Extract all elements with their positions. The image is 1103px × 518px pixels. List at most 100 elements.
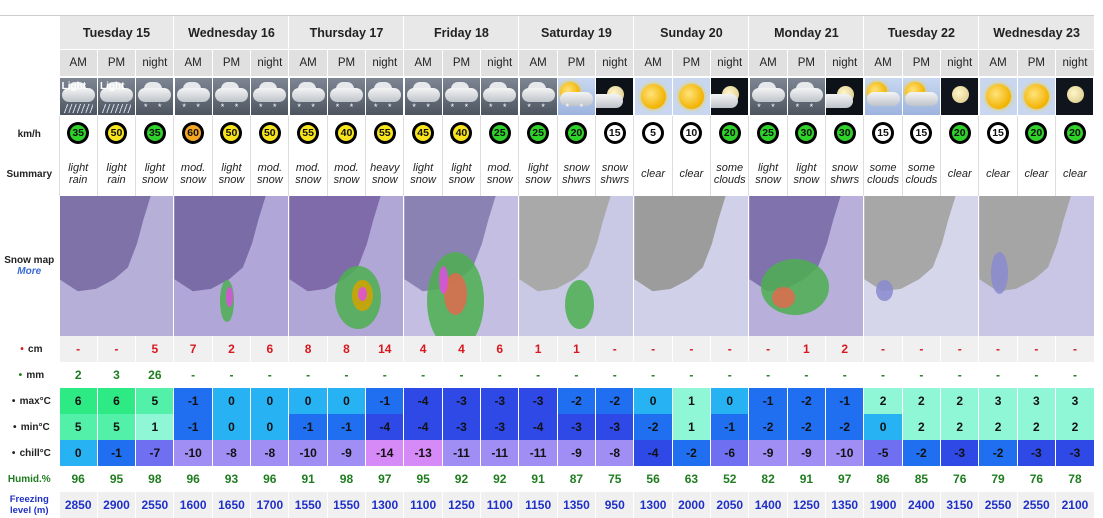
- weather-cell: [901, 76, 941, 116]
- min-c-cell: 1: [135, 414, 174, 440]
- freezing-cell: 1700: [250, 492, 289, 518]
- snow-cm-cell: -: [1016, 336, 1056, 362]
- summary-cell: clear: [671, 152, 711, 196]
- weather-cell: [1016, 76, 1056, 116]
- snow-map[interactable]: [748, 196, 864, 336]
- min-c-cell: -4: [365, 414, 404, 440]
- chill-c-cell: -4: [633, 440, 673, 466]
- more-link[interactable]: More: [17, 266, 41, 277]
- thermometer-icon: •: [12, 421, 17, 433]
- freezing-cell: 1300: [633, 492, 673, 518]
- chill-c-cell: -14: [365, 440, 404, 466]
- summary-cell: light snow: [518, 152, 558, 196]
- humid-cell: 96: [58, 466, 98, 492]
- min-c-cell: -2: [825, 414, 864, 440]
- chill-c-cell: -10: [825, 440, 864, 466]
- weather-cell: [978, 76, 1018, 116]
- humid-cell: 96: [173, 466, 213, 492]
- min-c-cell: -3: [480, 414, 519, 440]
- snow-map[interactable]: [863, 196, 979, 336]
- part-weather-icon: [864, 77, 902, 115]
- cloudy-weather-icon: * *: [366, 77, 404, 115]
- summary-cell: light snow: [441, 152, 481, 196]
- weather-cell: * *: [250, 76, 289, 116]
- weather-cell: [863, 76, 903, 116]
- chill-c-cell: -6: [710, 440, 749, 466]
- wind-cell: 30: [786, 116, 826, 152]
- period-header: PM: [671, 49, 711, 76]
- period-header: night: [940, 49, 979, 76]
- min-c-cell: 0: [211, 414, 251, 440]
- freezing-cell: 1150: [518, 492, 558, 518]
- rain-mm-cell: -: [480, 362, 519, 388]
- summary-cell: light snow: [403, 152, 443, 196]
- max-c-cell: -3: [480, 388, 519, 414]
- max-c-cell: 0: [633, 388, 673, 414]
- freezing-cell: 1350: [825, 492, 864, 518]
- cloudy-weather-icon: * *: [481, 77, 519, 115]
- cloudy-weather-icon: * *: [519, 77, 557, 115]
- wind-direction-icon: 20: [948, 121, 971, 144]
- chill-c-cell: -3: [940, 440, 979, 466]
- day-header: Wednesday 16: [173, 15, 289, 50]
- snow-cm-cell: -: [748, 336, 788, 362]
- max-c-cell: 0: [211, 388, 251, 414]
- snow-map[interactable]: [633, 196, 749, 336]
- chill-c-cell: -3: [1055, 440, 1094, 466]
- min-c-cell: -1: [326, 414, 366, 440]
- rain-mm-cell: -: [710, 362, 749, 388]
- max-c-cell: 2: [863, 388, 903, 414]
- day-header: Sunday 20: [633, 15, 749, 50]
- period-header: AM: [633, 49, 673, 76]
- freezing-cell: 2050: [710, 492, 749, 518]
- period-header: PM: [786, 49, 826, 76]
- chill-c-cell: -13: [403, 440, 443, 466]
- min-c-cell: -1: [710, 414, 749, 440]
- period-header: night: [825, 49, 864, 76]
- pnight-weather-icon: [826, 77, 864, 115]
- summary-cell: some clouds: [710, 152, 749, 196]
- weather-cell: Light: [58, 76, 98, 116]
- snow-cm-cell: 14: [365, 336, 404, 362]
- period-header: night: [365, 49, 404, 76]
- max-c-cell: 3: [1016, 388, 1056, 414]
- min-c-cell: -1: [288, 414, 328, 440]
- rain-mm-cell: 26: [135, 362, 174, 388]
- snow-map[interactable]: [518, 196, 634, 336]
- rain-drops-icon: •: [18, 369, 23, 381]
- wind-cell: 15: [978, 116, 1018, 152]
- snow-cm-cell: 7: [173, 336, 213, 362]
- wind-cell: 50: [250, 116, 289, 152]
- chill-c-cell: -3: [1016, 440, 1056, 466]
- snow-map[interactable]: [288, 196, 404, 336]
- weather-cell: [825, 76, 864, 116]
- wind-direction-icon: 50: [105, 121, 128, 144]
- summary-cell: clear: [1016, 152, 1056, 196]
- wind-cell: 30: [825, 116, 864, 152]
- rain-mm-cell: -: [211, 362, 251, 388]
- snow-map[interactable]: [173, 196, 289, 336]
- wind-direction-icon: 25: [527, 121, 550, 144]
- min-c-cell: -1: [173, 414, 213, 440]
- snow_cm-row-label: • cm: [0, 336, 59, 362]
- wind-cell: 20: [1016, 116, 1056, 152]
- snow-cm-cell: -: [96, 336, 136, 362]
- snow-cm-cell: -: [1055, 336, 1094, 362]
- wind-direction-icon: 15: [910, 121, 933, 144]
- freezing-cell: 1100: [403, 492, 443, 518]
- max-c-cell: -1: [173, 388, 213, 414]
- humid-cell: 98: [135, 466, 174, 492]
- period-header: AM: [403, 49, 443, 76]
- snow-map[interactable]: [403, 196, 519, 336]
- freezing-cell: 1350: [556, 492, 596, 518]
- forecast-table: Tuesday 15 Wednesday 16 Thursday 17 Friday …: [0, 0, 1094, 518]
- day-header: Monday 21: [748, 15, 864, 50]
- wind-cell: 5: [633, 116, 673, 152]
- max-c-cell: -1: [748, 388, 788, 414]
- wind-direction-icon: 15: [872, 121, 895, 144]
- sun-weather-icon: [672, 77, 710, 115]
- snow-map[interactable]: [978, 196, 1094, 336]
- period-header: AM: [748, 49, 788, 76]
- cloudy-weather-icon: * *: [289, 77, 327, 115]
- snow-map[interactable]: [58, 196, 174, 336]
